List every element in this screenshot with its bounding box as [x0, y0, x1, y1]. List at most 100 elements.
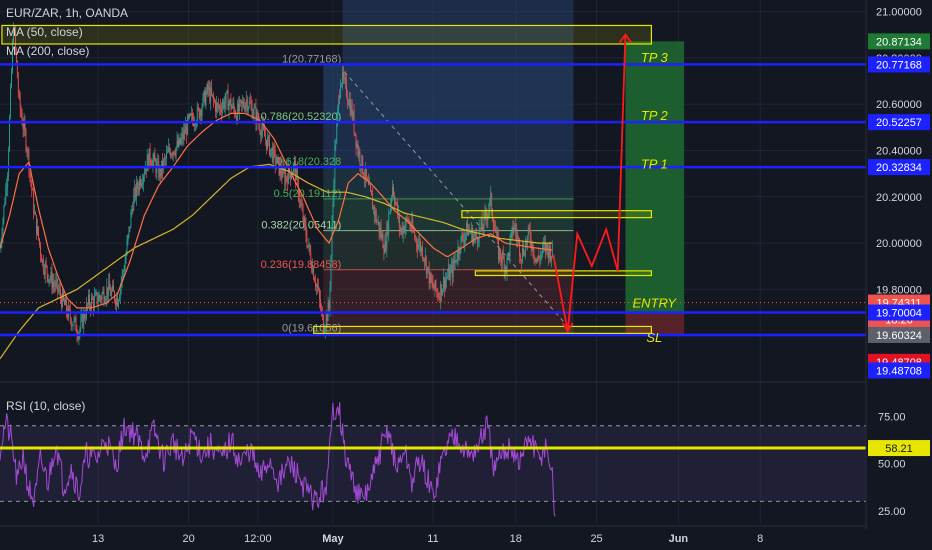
candle-body [295, 160, 296, 181]
candle-body [116, 297, 117, 306]
candle-body [391, 197, 393, 204]
candle-body [444, 277, 445, 289]
candle-body [274, 150, 276, 165]
candle-body [143, 173, 145, 176]
candle-body [513, 226, 515, 234]
candle-body [350, 104, 352, 115]
candle-body [218, 105, 220, 108]
candle-body [395, 202, 396, 204]
candle-body [516, 232, 518, 239]
candle-body [385, 241, 387, 249]
candle-body [522, 248, 523, 262]
candle-body [190, 114, 191, 116]
candle-body [118, 296, 120, 301]
rsi-legend: RSI (10, close) [6, 399, 86, 413]
candle-body [222, 100, 224, 106]
candle-body [325, 314, 327, 328]
candle-body [411, 220, 413, 229]
candle-body [157, 161, 159, 164]
candle-body [315, 282, 317, 287]
candle-body [503, 258, 505, 273]
candle-body [51, 271, 53, 288]
candle-body [139, 179, 140, 191]
candle-body [442, 289, 444, 296]
candle-body [402, 226, 404, 236]
candle-body [459, 251, 461, 254]
candle-body [456, 259, 458, 262]
price-badge-label: 20.52257 [876, 117, 922, 129]
candle-body [65, 299, 66, 306]
candle-body [294, 160, 295, 165]
time-tick-label: 18 [510, 533, 522, 545]
candle-body [518, 237, 520, 240]
candle-body [369, 184, 370, 186]
candle-body [129, 226, 131, 228]
candle-body [320, 308, 322, 311]
time-tick-label: 20 [182, 533, 194, 545]
candle-body [217, 103, 218, 106]
candle-body [267, 138, 268, 149]
candle-body [227, 90, 229, 110]
candle-body [202, 94, 204, 107]
candle-body [328, 303, 330, 309]
candle-body [216, 103, 217, 112]
candle-body [133, 194, 135, 211]
candle-body [499, 249, 501, 260]
candle-body [320, 298, 321, 309]
candle-body [319, 289, 320, 299]
candle-body [475, 233, 477, 238]
candle-body [247, 107, 249, 111]
candle-body [203, 90, 205, 95]
candle-body [112, 285, 113, 291]
candle-body [532, 242, 534, 255]
candle-body [122, 271, 124, 273]
candle-body [38, 226, 39, 239]
chart-canvas[interactable]: 1(20.77168)0.786(20.52320)0.618(20.3280.… [0, 0, 932, 550]
candle-body [163, 159, 164, 171]
candle-body [83, 313, 85, 328]
candle-body [355, 134, 357, 147]
candle-body [146, 155, 148, 172]
candle-body [46, 265, 48, 275]
candle-body [43, 270, 45, 275]
candle-body [142, 175, 144, 183]
candle-body [481, 218, 483, 228]
candle-body [179, 138, 181, 144]
candle-body [144, 168, 146, 174]
candle-body [489, 199, 491, 210]
price-badge-label: 19.48708 [876, 365, 922, 377]
candle-body [382, 234, 384, 249]
candle-body [347, 101, 349, 106]
candle-body [307, 245, 309, 247]
candle-body [543, 244, 545, 246]
candle-body [392, 186, 393, 198]
candle-body [527, 227, 529, 236]
price-tick-label: 20.60000 [876, 99, 922, 111]
candle-body [25, 130, 27, 150]
candle-body [432, 282, 434, 288]
candle-body [197, 106, 199, 109]
candle-body [211, 87, 213, 95]
candle-body [196, 106, 198, 123]
candle-body [529, 229, 531, 242]
candle-body [42, 259, 44, 271]
candle-body [478, 227, 480, 242]
candle-body [192, 113, 193, 120]
candle-body [421, 247, 422, 252]
candle-body [65, 299, 67, 313]
candle-body [145, 168, 147, 172]
candle-body [271, 147, 273, 162]
candle-body [130, 212, 132, 228]
candle-body [365, 169, 367, 179]
candle-body [270, 147, 272, 150]
candle-body [72, 324, 74, 326]
candle-body [52, 282, 54, 288]
candle-body [380, 228, 382, 238]
candle-body [375, 211, 377, 223]
candle-body [374, 211, 376, 216]
trade-label: TP 2 [641, 108, 669, 123]
candle-body [6, 187, 8, 188]
candle-body [68, 306, 70, 310]
trade-label: SL [646, 330, 662, 345]
time-tick-label: 11 [427, 533, 438, 545]
